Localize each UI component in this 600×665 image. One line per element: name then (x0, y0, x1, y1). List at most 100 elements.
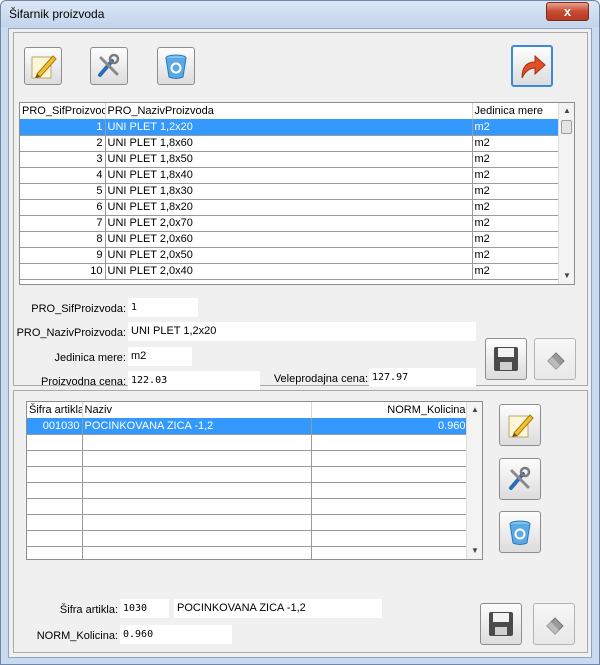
scroll-down-icon[interactable]: ▼ (559, 268, 574, 284)
table-row-empty[interactable] (27, 482, 469, 499)
table-row[interactable]: 9 UNI PLET 2,0x50 m2 (20, 247, 561, 264)
scroll-thumb[interactable] (561, 120, 572, 134)
recycle-bin-icon (509, 520, 531, 545)
table-row[interactable]: 3 UNI PLET 1,8x50 m2 (20, 151, 561, 168)
table-row-empty[interactable] (27, 514, 469, 531)
proizvodna-cena-field[interactable]: 122.03 (128, 371, 260, 390)
table-row-empty[interactable] (27, 498, 469, 515)
cell-naziv: UNI PLET 1,8x20 (105, 199, 473, 216)
scroll-up-icon[interactable]: ▲ (467, 402, 482, 418)
table-row[interactable]: 4 UNI PLET 1,8x40 m2 (20, 167, 561, 184)
products-grid[interactable]: PRO_SifProizvoda PRO_NazivProizvoda Jedi… (19, 102, 575, 285)
cell-sif: 2 (20, 135, 106, 152)
norm-kolicina-label: NORM_Kolicina: (36, 630, 118, 642)
cell-naziv: UNI PLET 2,0x70 (105, 215, 473, 232)
floppy-save-icon (489, 612, 513, 636)
cell-sif: 7 (20, 215, 106, 232)
tools-icon (509, 466, 531, 490)
naziv-proizvoda-field[interactable]: UNI PLET 1,2x20 (128, 322, 476, 341)
cell-jedinica: m2 (472, 119, 561, 136)
table-row[interactable]: 7 UNI PLET 2,0x70 m2 (20, 215, 561, 232)
cell-jedinica: m2 (472, 183, 561, 200)
tools-button[interactable] (90, 47, 128, 85)
cell-naziv: UNI PLET 1,8x60 (105, 135, 473, 152)
column-header-kolicina[interactable]: NORM_Kolicina (311, 402, 469, 418)
table-row-empty[interactable] (27, 450, 469, 467)
column-header-naziv[interactable]: Naziv (82, 402, 312, 418)
table-row[interactable]: 5 UNI PLET 1,8x30 m2 (20, 183, 561, 200)
table-row[interactable]: 6 UNI PLET 1,8x20 m2 (20, 199, 561, 216)
cell-jedinica: m2 (472, 215, 561, 232)
edit-article-button[interactable] (499, 404, 541, 446)
veleprodajna-cena-label: Veleprodajna cena: (273, 373, 368, 385)
cell-jedinica: m2 (472, 135, 561, 152)
table-row[interactable]: 001030 POCINKOVANA ZICA -1,2 0.960 (27, 418, 469, 435)
table-row[interactable]: 8 UNI PLET 2,0x60 m2 (20, 231, 561, 248)
naziv-artikla-field[interactable]: POCINKOVANA ZICA -1,2 (174, 599, 382, 618)
edit-button[interactable] (24, 47, 62, 85)
column-header-sifra[interactable]: Šifra artikla (27, 402, 83, 418)
cell-sif: 4 (20, 167, 106, 184)
table-row[interactable]: 1 UNI PLET 1,2x20 m2 (20, 119, 561, 136)
save-article-button[interactable] (480, 603, 522, 645)
scroll-down-icon[interactable]: ▼ (467, 543, 482, 559)
app-window: Šifarnik proizvoda x PRO_SifProizvoda PR… (0, 0, 600, 665)
save-product-button[interactable] (485, 338, 527, 380)
exit-button[interactable] (511, 45, 553, 87)
cell-jedinica: m2 (472, 231, 561, 248)
recycle-bin-icon (165, 54, 187, 79)
table-row[interactable]: 10 UNI PLET 2,0x40 m2 (20, 263, 561, 280)
client-area: PRO_SifProizvoda PRO_NazivProizvoda Jedi… (8, 28, 592, 658)
table-row-empty[interactable] (27, 434, 469, 451)
close-button[interactable]: x (546, 2, 589, 21)
cell-jedinica: m2 (472, 151, 561, 168)
cell-sif: 9 (20, 247, 106, 264)
delete-button[interactable] (157, 47, 195, 85)
cell-naziv: UNI PLET 2,0x40 (105, 263, 473, 280)
cancel-article-button[interactable] (533, 603, 575, 645)
articles-grid[interactable]: Šifra artikla Naziv NORM_Kolicina 001030… (26, 401, 483, 560)
delete-article-button[interactable] (499, 511, 541, 553)
cell-sifra: 001030 (27, 418, 83, 435)
column-header-jedinica[interactable]: Jedinica mere (472, 103, 561, 119)
sif-proizvoda-field[interactable]: 1 (128, 298, 198, 317)
jedinica-mere-label: Jedinica mere: (54, 352, 126, 364)
articles-scrollbar[interactable]: ▲ ▼ (466, 402, 482, 559)
proizvodna-cena-label: Proizvodna cena: (41, 376, 126, 388)
cell-sif: 8 (20, 231, 106, 248)
column-header-naziv[interactable]: PRO_NazivProizvoda (105, 103, 473, 119)
scroll-up-icon[interactable]: ▲ (559, 103, 574, 119)
product-panel: PRO_SifProizvoda PRO_NazivProizvoda Jedi… (13, 32, 588, 390)
sifra-artikla-label: Šifra artikla: (59, 604, 118, 616)
norm-kolicina-field[interactable]: 0.960 (120, 625, 232, 644)
cell-jedinica: m2 (472, 247, 561, 264)
cancel-product-button[interactable] (534, 338, 576, 380)
column-header-sif[interactable]: PRO_SifProizvoda (20, 103, 106, 119)
cell-jedinica: m2 (472, 167, 561, 184)
tools-article-button[interactable] (499, 458, 541, 500)
sifra-artikla-field[interactable]: 1030 (120, 599, 169, 618)
eraser-icon (546, 617, 564, 635)
table-row-empty[interactable] (27, 530, 469, 547)
articles-panel: Šifra artikla Naziv NORM_Kolicina 001030… (13, 390, 588, 653)
cell-naziv: UNI PLET 1,8x40 (105, 167, 473, 184)
exit-arrow-icon (521, 54, 546, 79)
cell-sif: 1 (20, 119, 106, 136)
jedinica-mere-field[interactable]: m2 (128, 347, 192, 366)
window-title: Šifarnik proizvoda (9, 7, 105, 21)
sif-proizvoda-label: PRO_SifProizvoda: (31, 303, 126, 315)
cell-sif: 5 (20, 183, 106, 200)
cell-naziv: UNI PLET 1,8x50 (105, 151, 473, 168)
table-row-empty[interactable] (27, 546, 469, 559)
cell-naziv: UNI PLET 1,8x30 (105, 183, 473, 200)
cell-naziv: UNI PLET 1,2x20 (105, 119, 473, 136)
veleprodajna-cena-field[interactable]: 127.97 (369, 368, 476, 387)
title-bar[interactable]: Šifarnik proizvoda x (1, 1, 599, 27)
table-row[interactable]: 2 UNI PLET 1,8x60 m2 (20, 135, 561, 152)
edit-pencil-icon (508, 414, 534, 438)
table-row-empty[interactable] (27, 466, 469, 483)
naziv-proizvoda-label: PRO_NazivProizvoda: (16, 327, 126, 339)
cell-naziv: POCINKOVANA ZICA -1,2 (82, 418, 312, 435)
products-scrollbar[interactable]: ▲ ▼ (558, 103, 574, 284)
floppy-save-icon (494, 347, 518, 371)
